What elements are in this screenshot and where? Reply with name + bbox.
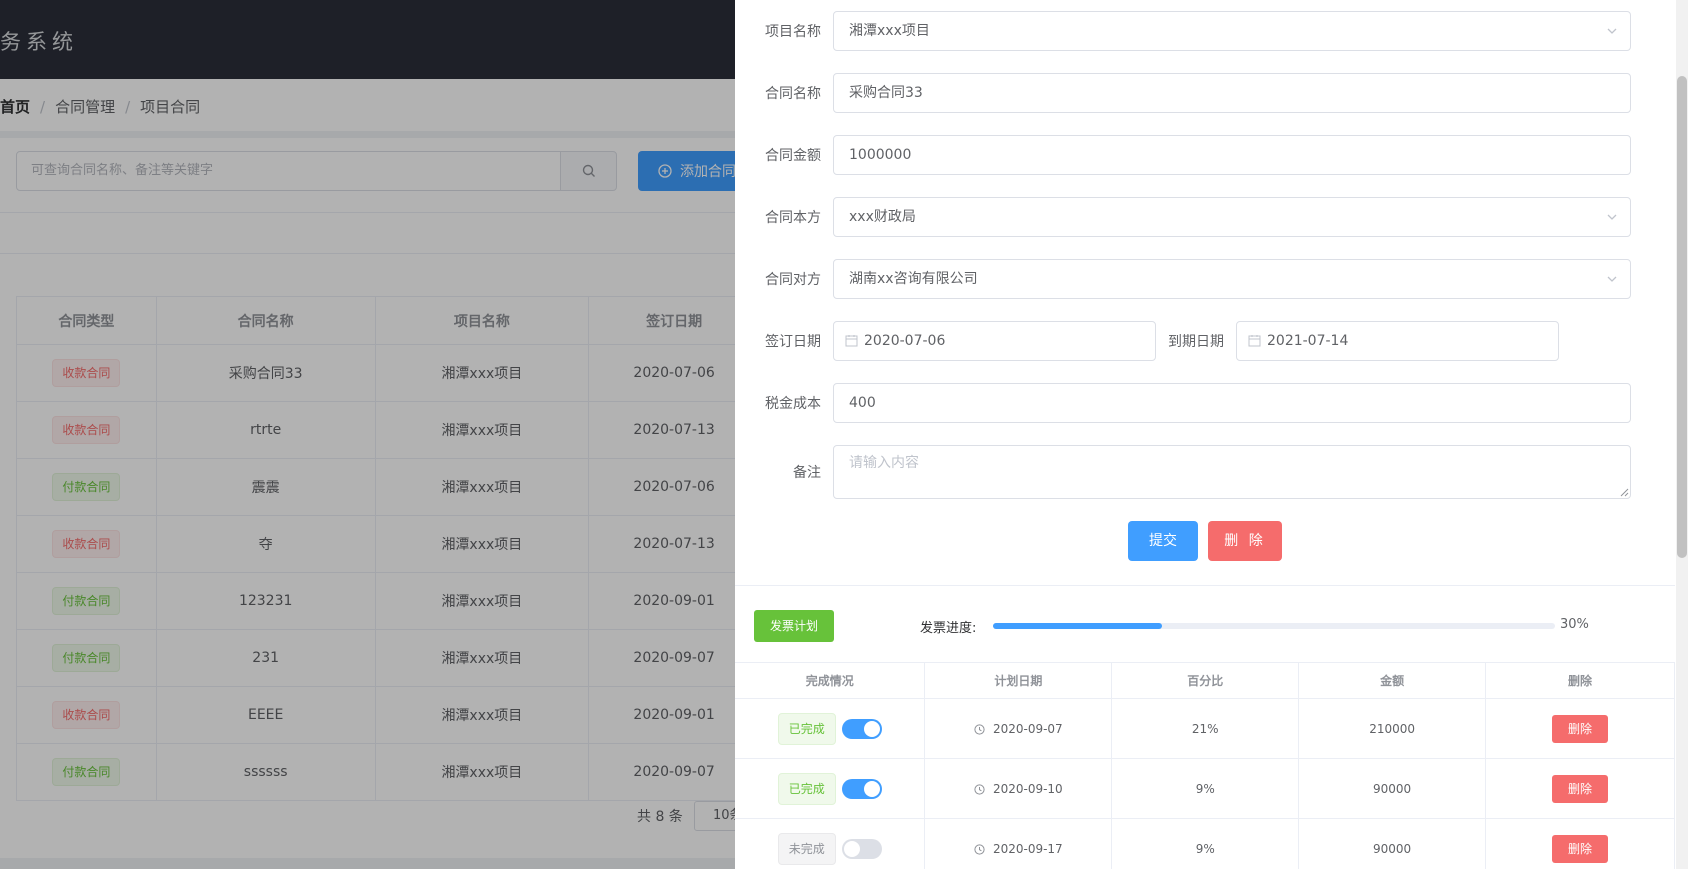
status-tag: 已完成 [777, 772, 836, 805]
remark-placeholder: 请输入内容 [849, 455, 919, 471]
expire-date-value: 2021-07-14 [1267, 333, 1349, 349]
form-row-amount: 合同金额 1000000 [735, 135, 1675, 175]
form-row-party-a: 合同本方 xxx财政局 [735, 197, 1675, 237]
project-name-select[interactable]: 湘潭xxx项目 [833, 11, 1631, 51]
chevron-down-icon [1607, 276, 1617, 282]
plan-date-cell: 2020-09-17 [924, 818, 1113, 869]
amount-cell: 90000 [1298, 818, 1487, 869]
status-cell: 已完成 [735, 698, 926, 759]
completion-toggle[interactable] [841, 718, 882, 739]
clock-icon [974, 723, 985, 735]
expire-date-picker[interactable]: 2021-07-14 [1236, 321, 1559, 361]
amount-cell: 210000 [1298, 698, 1487, 759]
invoice-plan-table: 完成情况 计划日期 百分比 金额 删除 已完成 2020-09-07 21% 2100… [735, 662, 1675, 869]
party-a-select[interactable]: xxx财政局 [833, 197, 1631, 237]
percent-cell: 9% [1111, 758, 1300, 819]
project-name-value: 湘潭xxx项目 [849, 23, 930, 39]
column-header: 完成情况 [735, 662, 926, 699]
sign-date-value: 2020-07-06 [864, 333, 946, 349]
row-delete-button[interactable]: 删除 [1552, 774, 1609, 803]
sign-date-picker[interactable]: 2020-07-06 [833, 321, 1156, 361]
toggle-knob [843, 840, 860, 857]
column-header: 删除 [1485, 662, 1675, 699]
table-row: 已完成 2020-09-10 9% 90000 删除 [735, 758, 1675, 819]
plan-date-value: 2020-09-10 [992, 781, 1063, 796]
party-b-label: 合同对方 [765, 272, 821, 288]
delete-button[interactable]: 删 除 [1208, 521, 1282, 561]
clock-icon [974, 783, 985, 795]
form-row-contract-name: 合同名称 采购合同33 [735, 73, 1675, 113]
percent-cell: 21% [1111, 698, 1300, 759]
section-divider [735, 585, 1675, 586]
party-a-value: xxx财政局 [849, 209, 916, 225]
party-a-label: 合同本方 [765, 210, 821, 226]
contract-name-label: 合同名称 [765, 86, 821, 102]
calendar-icon [1248, 335, 1261, 347]
plan-date-cell: 2020-09-07 [924, 698, 1113, 759]
form-row-remark: 备注 请输入内容 [735, 445, 1675, 499]
plan-date-cell: 2020-09-10 [924, 758, 1113, 819]
amount-label: 合同金额 [765, 148, 821, 164]
party-b-value: 湖南xx咨询有限公司 [849, 271, 978, 287]
submit-button[interactable]: 提交 [1128, 521, 1198, 561]
invoice-progress-bar [993, 623, 1555, 629]
invoice-progress-fill [993, 623, 1162, 629]
toggle-knob [863, 780, 880, 797]
amount-input[interactable]: 1000000 [833, 135, 1631, 175]
row-delete-button[interactable]: 删除 [1552, 714, 1609, 743]
invoice-progress-text: 30% [1560, 617, 1589, 632]
form-row-dates: 签订日期 2020-07-06 到期日期 2021-07-14 [735, 321, 1675, 361]
invoice-plan-button[interactable]: 发票计划 [754, 610, 834, 642]
drawer-scrollbar-thumb[interactable] [1677, 76, 1687, 558]
calendar-icon [845, 335, 858, 347]
completion-toggle[interactable] [841, 778, 882, 799]
column-header: 计划日期 [924, 662, 1113, 699]
table-row: 未完成 2020-09-17 9% 90000 删除 [735, 818, 1675, 869]
clock-icon [974, 843, 985, 855]
contract-name-input[interactable]: 采购合同33 [833, 73, 1631, 113]
percent-cell: 9% [1111, 818, 1300, 869]
remark-textarea[interactable]: 请输入内容 [833, 445, 1631, 499]
drawer-scrollbar[interactable] [1676, 0, 1688, 869]
column-header: 金额 [1298, 662, 1487, 699]
form-row-party-b: 合同对方 湖南xx咨询有限公司 [735, 259, 1675, 299]
tax-cost-label: 税金成本 [765, 396, 821, 412]
status-cell: 未完成 [735, 818, 926, 869]
table-row: 已完成 2020-09-07 21% 210000 删除 [735, 698, 1675, 759]
plan-date-value: 2020-09-17 [992, 841, 1063, 856]
row-delete-button[interactable]: 删除 [1552, 834, 1609, 863]
toggle-knob [863, 720, 880, 737]
status-cell: 已完成 [735, 758, 926, 819]
expire-date-label: 到期日期 [1168, 334, 1224, 350]
chevron-down-icon [1607, 28, 1617, 34]
remark-label: 备注 [793, 465, 821, 481]
chevron-down-icon [1607, 214, 1617, 220]
form-row-project: 项目名称 湘潭xxx项目 [735, 11, 1675, 51]
amount-cell: 90000 [1298, 758, 1487, 819]
column-header: 百分比 [1111, 662, 1300, 699]
status-tag: 已完成 [777, 712, 836, 745]
tax-cost-input[interactable]: 400 [833, 383, 1631, 423]
form-row-tax: 税金成本 400 [735, 383, 1675, 423]
status-tag: 未完成 [777, 832, 836, 865]
edit-contract-drawer: 项目名称 湘潭xxx项目 合同名称 采购合同33 合同金额 1000000 合同… [735, 0, 1688, 869]
invoice-progress-label: 发票进度: [920, 621, 977, 636]
delete-cell: 删除 [1485, 818, 1675, 869]
party-b-select[interactable]: 湖南xx咨询有限公司 [833, 259, 1631, 299]
completion-toggle[interactable] [841, 838, 882, 859]
plan-date-value: 2020-09-07 [992, 721, 1063, 736]
invoice-table-header: 完成情况 计划日期 百分比 金额 删除 [735, 662, 1675, 699]
project-name-label: 项目名称 [765, 24, 821, 40]
delete-cell: 删除 [1485, 758, 1675, 819]
delete-cell: 删除 [1485, 698, 1675, 759]
sign-date-label: 签订日期 [765, 334, 821, 350]
resize-handle-icon[interactable] [1620, 488, 1629, 497]
